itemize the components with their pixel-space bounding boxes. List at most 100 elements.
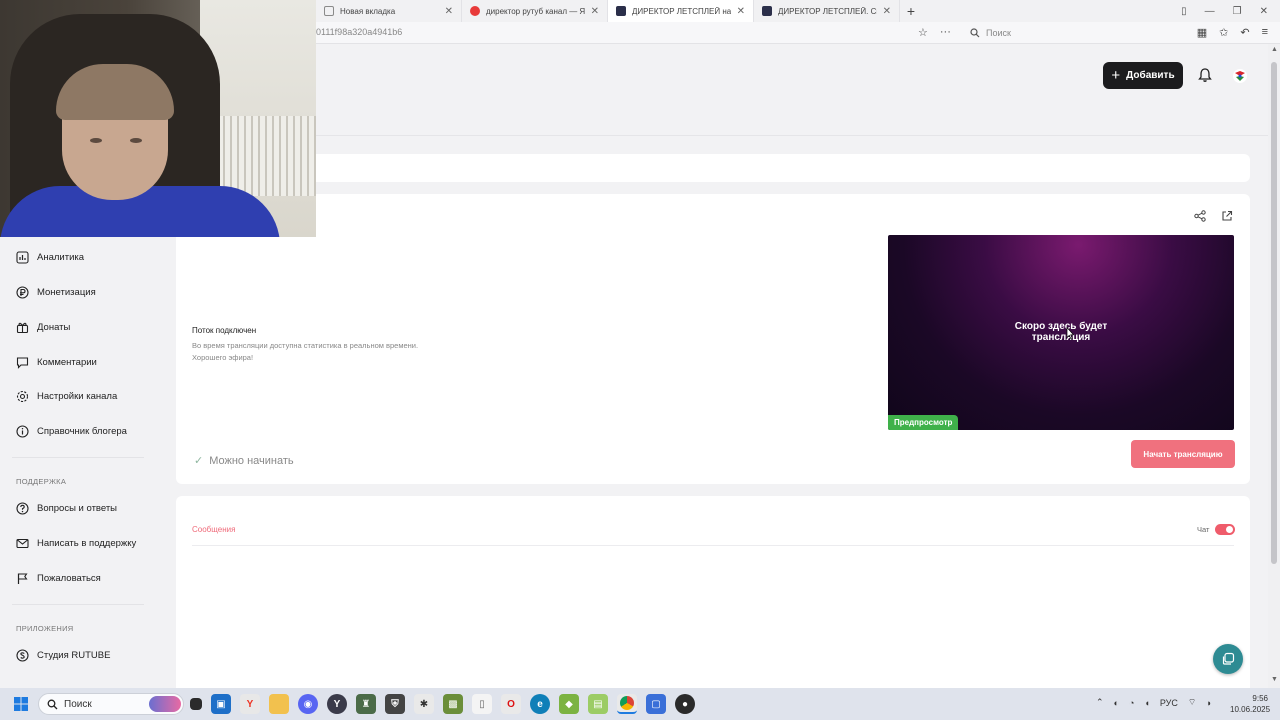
sidebar-item-monetization[interactable]: Монетизация (16, 283, 96, 301)
preview-line: трансляция (1031, 332, 1091, 343)
browser-tab-2[interactable]: директор рутуб канал — Ян... ✕ (462, 0, 608, 22)
new-tab-button[interactable]: + (900, 3, 922, 19)
sidebar-item-channel-settings[interactable]: Настройки канала (16, 387, 117, 405)
tab-messages[interactable]: Сообщения (192, 525, 235, 534)
game-icon[interactable]: ♜ (356, 694, 376, 714)
wifi-signal-icon[interactable]: ⌔ (1188, 697, 1196, 708)
sidebar-divider (12, 457, 144, 458)
taskbar-search-input[interactable]: Поиск (38, 693, 184, 715)
sidebar-item-comments[interactable]: Комментарии (16, 353, 97, 371)
edge-icon[interactable]: e (530, 694, 550, 714)
browser-search-input[interactable]: Поиск (966, 25, 1176, 41)
document-icon[interactable]: ▯ (472, 694, 492, 714)
close-icon[interactable]: ✕ (445, 6, 453, 17)
sidebar-item-analytics[interactable]: Аналитика (16, 248, 84, 266)
sidebar-item-label: Комментарии (37, 356, 97, 368)
file-explorer-icon[interactable] (269, 694, 289, 714)
yandex-app-icon[interactable]: Y (327, 694, 347, 714)
preview-badge: Предпросмотр (888, 415, 959, 430)
discord-icon[interactable]: ◉ (298, 694, 318, 714)
user-avatar[interactable] (1232, 68, 1248, 84)
language-indicator[interactable]: РУС (1160, 698, 1178, 708)
speaker-icon[interactable]: ◗ (1206, 698, 1211, 708)
open-external-icon[interactable] (1221, 210, 1233, 222)
store-icon[interactable]: ▣ (211, 694, 231, 714)
taskbar-search-placeholder: Поиск (64, 698, 92, 710)
sidebar-item-rutube-studio[interactable]: Студия RUTUBE (16, 646, 110, 664)
back-icon[interactable]: ↶ (1240, 26, 1249, 39)
clock-date: 10.06.2025 (1230, 705, 1271, 714)
bluestacks-icon[interactable]: ◆ (559, 694, 579, 714)
comment-icon (16, 356, 29, 369)
menu-icon[interactable]: ≡ (1262, 26, 1268, 39)
url-field[interactable]: 0111f98a320a4941b6 (316, 27, 402, 37)
close-window-icon[interactable]: ✕ (1260, 6, 1268, 17)
add-button[interactable]: + Добавить (1103, 62, 1183, 89)
favorites-icon[interactable]: ✩ (1219, 26, 1228, 39)
opera-icon[interactable]: O (501, 694, 521, 714)
more-icon[interactable]: ··· (940, 26, 951, 39)
address-icons: ☆ ··· (918, 26, 951, 39)
layers-app-icon[interactable]: ▤ (588, 694, 608, 714)
maximize-icon[interactable]: ❐ (1233, 6, 1242, 17)
gift-icon (16, 322, 29, 333)
minecraft-icon[interactable]: ▩ (443, 694, 463, 714)
settings-app-icon[interactable]: ✱ (414, 694, 434, 714)
close-icon[interactable]: ✕ (591, 6, 599, 17)
webcam-eye (130, 138, 142, 143)
search-icon (47, 699, 58, 709)
clock-time: 9:56 (1252, 694, 1268, 703)
sidebar-item-donations[interactable]: Донаты (16, 318, 70, 336)
tab-title: Новая вкладка (340, 6, 396, 16)
volume-icon[interactable]: ◖ (1144, 698, 1149, 708)
taskbar-clock[interactable]: 9:56 10.06.2025 (1230, 693, 1271, 715)
rutube-icon (616, 6, 626, 16)
close-icon[interactable]: ✕ (883, 6, 891, 17)
sidebar-item-report[interactable]: Пожаловаться (16, 569, 101, 587)
chat-app-icon[interactable]: ▢ (646, 694, 666, 714)
browser-tab-3[interactable]: ДИРЕКТОР ЛЕТСПЛЕЙ на R... ✕ (608, 0, 754, 22)
obs-icon[interactable]: ● (675, 694, 695, 714)
support-heading: ПОДДЕРЖКА (16, 477, 67, 486)
sidebar-item-contact-support[interactable]: Написать в поддержку (16, 534, 136, 552)
page-scrollbar[interactable]: ▲ ▼ (1268, 44, 1280, 688)
collections-icon[interactable]: ▯ (1181, 6, 1187, 17)
sidebar-item-blogger-guide[interactable]: Справочник блогера (16, 422, 127, 440)
sidebar-item-faq[interactable]: Вопросы и ответы (16, 499, 117, 517)
yandex-icon (470, 6, 480, 16)
info-strip (176, 154, 1250, 182)
toggle-knob (1226, 526, 1233, 533)
minimize-icon[interactable]: — (1205, 6, 1215, 17)
notification-bell-icon[interactable] (1197, 67, 1213, 83)
apps-grid-icon[interactable]: ▦ (1197, 26, 1207, 39)
sidebar-item-label: Справочник блогера (37, 425, 127, 437)
search-icon (970, 28, 980, 38)
start-stream-button[interactable]: Начать трансляцию (1131, 440, 1235, 468)
support-chat-button[interactable] (1213, 644, 1243, 674)
webcam-overlay (0, 0, 316, 237)
sidebar-item-label: Аналитика (37, 251, 85, 263)
stream-preview[interactable]: Скоро здесь будет трансляция Предпросмот… (888, 235, 1234, 430)
mail-icon (16, 538, 29, 548)
windows-start-icon[interactable] (14, 697, 28, 711)
close-icon[interactable]: ✕ (737, 6, 745, 17)
browser-tab-1[interactable]: Новая вкладка ✕ (316, 0, 462, 22)
browser-tab-4[interactable]: ДИРЕКТОР ЛЕТСПЛЕЙ. Смо... ✕ (754, 0, 900, 22)
sidebar-item-label: Студия RUTUBE (37, 649, 111, 661)
flag-icon (17, 572, 28, 584)
scroll-thumb[interactable] (1271, 62, 1277, 564)
shield-app-icon[interactable]: ⛨ (385, 694, 405, 714)
share-icon[interactable] (1194, 210, 1206, 222)
gear-icon (16, 390, 29, 402)
chat-toggle[interactable] (1215, 524, 1235, 535)
task-view-icon[interactable] (190, 698, 202, 710)
bookmark-star-icon[interactable]: ☆ (918, 26, 928, 39)
wifi-icon[interactable]: ◔ (1129, 698, 1134, 708)
sidebar-item-label: Вопросы и ответы (37, 502, 118, 514)
tray-expand-icon[interactable]: ⌃ (1096, 697, 1104, 708)
scroll-down-icon[interactable]: ▼ (1271, 676, 1278, 683)
network-icon[interactable]: ◐ (1114, 698, 1119, 708)
scroll-up-icon[interactable]: ▲ (1271, 46, 1278, 53)
chrome-icon[interactable] (617, 694, 637, 714)
yandex-browser-icon[interactable]: Y (240, 694, 260, 714)
